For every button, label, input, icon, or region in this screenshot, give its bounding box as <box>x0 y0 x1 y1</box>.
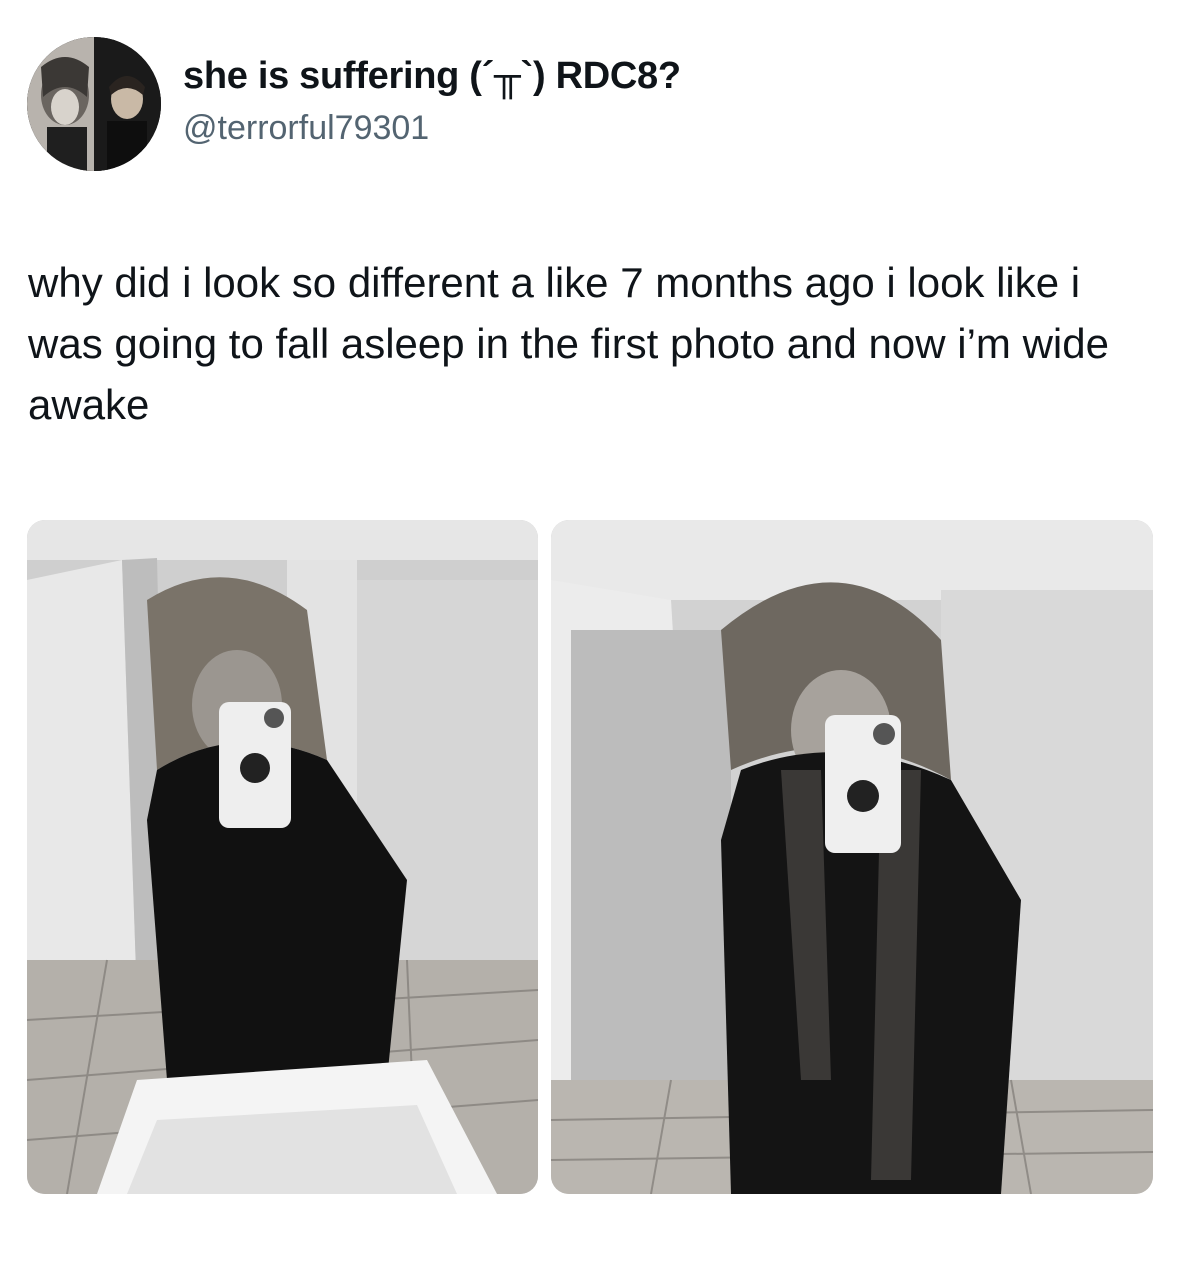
avatar-image <box>27 37 161 171</box>
photo-image <box>551 520 1153 1194</box>
media-photo-right[interactable] <box>551 520 1153 1194</box>
user-handle[interactable]: @terrorful79301 <box>183 106 429 150</box>
photo-image <box>27 520 538 1194</box>
avatar[interactable] <box>27 37 161 171</box>
media-photo-left[interactable] <box>27 520 538 1194</box>
tweet-card: she is suffering (´╥`) RDC8? @terrorful7… <box>0 0 1180 1262</box>
display-name[interactable]: she is suffering (´╥`) RDC8? <box>183 52 681 100</box>
media-grid <box>27 520 1153 1194</box>
tweet-text: why did i look so different a like 7 mon… <box>28 259 1109 428</box>
